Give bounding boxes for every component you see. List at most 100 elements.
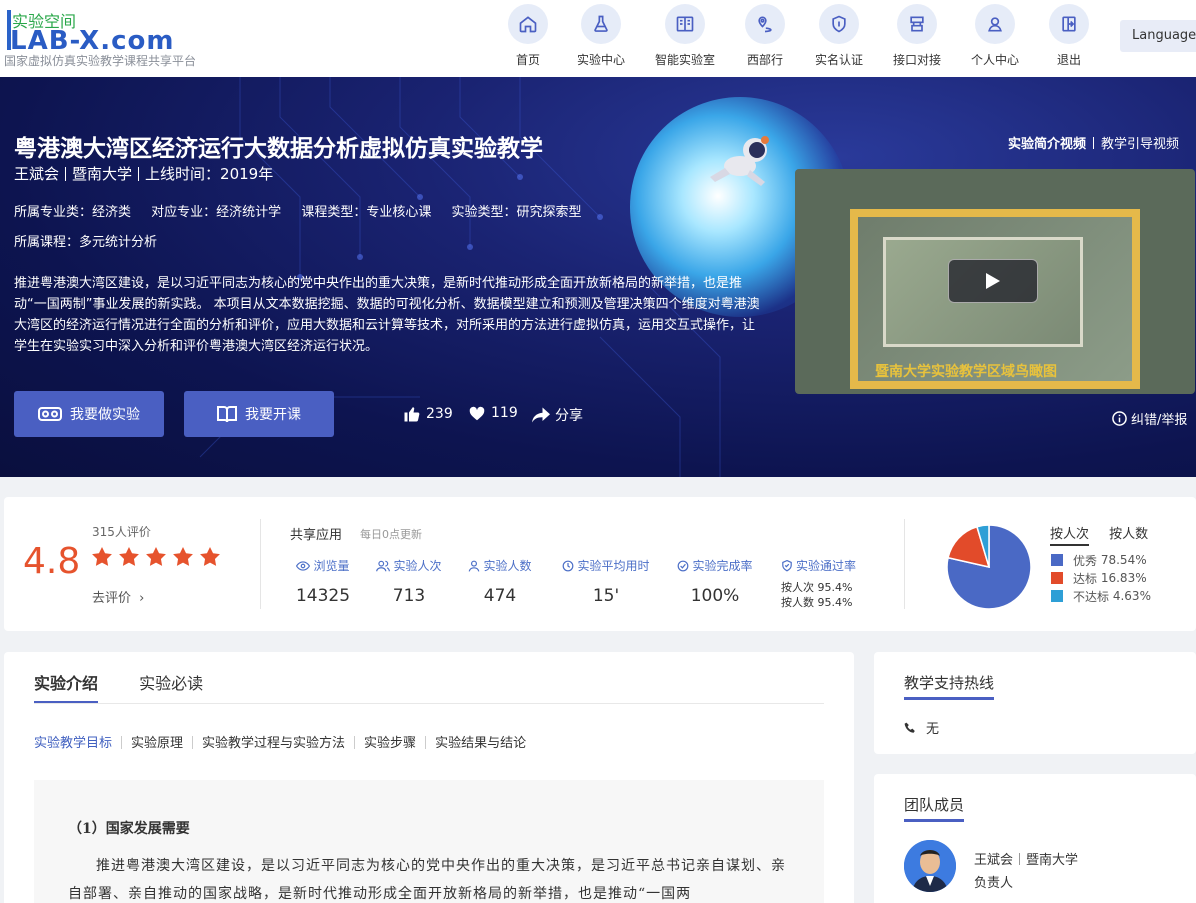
hotline-value: 无 [904, 718, 939, 737]
flask-icon [594, 15, 608, 32]
go-rate-label: 去评价 [92, 591, 132, 606]
nav-item-home[interactable]: 首页 [493, 4, 563, 68]
pie-tab-by-times[interactable]: 按人次 [1050, 527, 1090, 546]
author-name: 王斌会 [14, 165, 60, 183]
school-name: 暨南大学 [72, 165, 133, 183]
experiment-content: 实验介绍 实验必读 实验教学目标 实验原理 实验教学过程与实验方法 实验步骤 实验结果与… [4, 652, 854, 903]
legend-item: 达标 16.83% [1051, 569, 1151, 587]
logo-subtitle: 国家虚拟仿真实验教学课程共享平台 [4, 54, 197, 68]
favorite-button[interactable]: 119 [468, 405, 518, 421]
nav-item-personal[interactable]: 个人中心 [960, 4, 1030, 68]
metric-label: 实验平均用时 [577, 559, 650, 573]
astronaut-illustration [710, 136, 769, 186]
share-arrow-icon [532, 407, 550, 423]
star-icon [92, 547, 112, 566]
member-name: 王斌会 暨南大学 [974, 849, 1078, 868]
report-link[interactable]: 纠错/举报 [1112, 409, 1187, 428]
nav-label: 退出 [1056, 53, 1081, 67]
video-player[interactable]: 暨南大学实验教学区域鸟瞰图 [795, 169, 1195, 394]
open-book-icon [217, 406, 237, 423]
divider [260, 519, 261, 609]
nav-label: 实验中心 [576, 53, 625, 67]
section-subnav: 实验教学目标 实验原理 实验教学过程与实验方法 实验步骤 实验结果与结论 [34, 732, 526, 751]
tab-must-read[interactable]: 实验必读 [139, 670, 203, 694]
subnav-principles[interactable]: 实验原理 [131, 732, 183, 751]
pass-rate-by-people: 按人数 95.4% [781, 596, 853, 609]
legend-percent: 4.63% [1112, 589, 1151, 603]
user-icon [988, 17, 1002, 32]
online-time: 上线时间：2019年 [145, 165, 274, 183]
play-button[interactable] [948, 259, 1038, 303]
legend-swatch [1051, 572, 1063, 584]
experiment-meta: 王斌会 暨南大学 上线时间：2019年 [14, 163, 273, 184]
nav-label: 首页 [515, 53, 540, 67]
experiment-course: 所属课程：多元统计分析 [14, 235, 158, 250]
subnav-results[interactable]: 实验结果与结论 [435, 732, 526, 751]
top-header: 实验空间 LAB-X.com 国家虚拟仿真实验教学课程共享平台 首页 实验中心 … [0, 0, 1196, 77]
tab-introduction[interactable]: 实验介绍 [34, 670, 99, 704]
pie-tab-by-people[interactable]: 按人数 [1109, 527, 1148, 542]
experiment-description: 推进粤港澳大湾区建设，是以习近平同志为核心的党中央作出的重大决策，是新时代推动形… [14, 276, 760, 354]
nav-item-west[interactable]: 西部行 [730, 4, 800, 68]
rating-stars [92, 547, 227, 566]
site-logo[interactable]: 实验空间 LAB-X.com 国家虚拟仿真实验教学课程共享平台 [4, 6, 214, 70]
avatar [904, 840, 956, 892]
language-button[interactable]: Language [1120, 20, 1196, 52]
legend-percent: 16.83% [1100, 571, 1147, 585]
subnav-process-methods[interactable]: 实验教学过程与实验方法 [202, 732, 345, 751]
nav-item-realname[interactable]: 实名认证 [804, 4, 874, 68]
like-button[interactable]: 239 [403, 405, 453, 423]
metric-label: 实验人次 [393, 559, 442, 573]
nav-label: 个人中心 [970, 53, 1019, 67]
tabs-divider [34, 703, 824, 704]
hero-banner: 粤港澳大湾区经济运行大数据分析虚拟仿真实验教学 王斌会 暨南大学 上线时间：2019… [0, 77, 1196, 477]
metric-label: 实验完成率 [692, 559, 753, 573]
subnav-steps[interactable]: 实验步骤 [364, 732, 416, 751]
article-body: （1）国家发展需要 推进粤港澳大湾区建设，是以习近平同志为核心的党中央作出的重大… [34, 780, 824, 903]
star-icon [173, 547, 193, 566]
go-rate-link[interactable]: 去评价 › [92, 587, 144, 606]
nav-label: 接口对接 [892, 53, 941, 67]
legend-swatch [1051, 554, 1063, 566]
do-experiment-button[interactable]: 我要做实验 [14, 391, 164, 437]
shield-check-icon [782, 559, 792, 571]
metric-person-count: 实验人数 474 [467, 557, 533, 606]
rating-count: 315人评价 [92, 525, 151, 539]
legend-swatch [1051, 590, 1063, 602]
stats-panel: 4.8 315人评价 去评价 › 共享应用 每日0点更新 浏览量 14325 实… [4, 497, 1196, 631]
metric-pass-rate: 实验通过率 按人次 95.4% 按人数 95.4% [781, 557, 856, 610]
share-button[interactable]: 分享 [532, 405, 583, 425]
nav-item-interface[interactable]: 接口对接 [882, 4, 952, 68]
nav-item-smart-lab[interactable]: 智能实验室 [650, 4, 720, 68]
star-icon [119, 547, 139, 566]
legend-item: 不达标 4.63% [1051, 587, 1151, 605]
tag-course-type: 课程类型：专业核心课 [301, 205, 432, 220]
intro-video-link[interactable]: 实验简介视频 [1008, 137, 1086, 152]
article-paragraph: 推进粤港澳大湾区建设，是以习近平同志为核心的党中央作出的重大决策，是习近平总书记… [68, 858, 786, 902]
open-course-label: 我要开课 [245, 407, 301, 423]
metric-value: 14325 [295, 586, 351, 606]
nav-item-lab-center[interactable]: 实验中心 [566, 4, 636, 68]
metric-value: 15' [592, 586, 620, 606]
logout-icon [1062, 16, 1076, 32]
legend-percent: 78.54% [1100, 553, 1147, 567]
experiment-title: 粤港澳大湾区经济运行大数据分析虚拟仿真实验教学 [14, 136, 543, 162]
nav-item-logout[interactable]: 退出 [1034, 4, 1104, 68]
open-course-button[interactable]: 我要开课 [184, 391, 334, 437]
nav-label: 西部行 [746, 53, 783, 67]
legend-label: 达标 [1073, 571, 1098, 586]
guide-video-link[interactable]: 教学引导视频 [1101, 137, 1179, 152]
star-icon [146, 547, 166, 566]
video-caption: 暨南大学实验教学区域鸟瞰图 [875, 364, 1057, 380]
article-heading: （1）国家发展需要 [68, 821, 190, 837]
support-hotline-card: 教学支持热线 无 [874, 652, 1196, 754]
member-school: 暨南大学 [1026, 853, 1079, 868]
pie-tabs: 按人次 按人数 [1050, 523, 1148, 546]
subnav-objectives[interactable]: 实验教学目标 [34, 732, 112, 751]
pass-rate-by-times: 按人次 95.4% [781, 581, 853, 594]
experiment-tags: 所属专业类：经济类 对应专业：经济统计学 课程类型：专业核心课 实验类型：研究探… [14, 201, 597, 220]
nav-label: 实名认证 [814, 53, 863, 67]
video-links: 实验简介视频 教学引导视频 [1008, 133, 1179, 152]
vr-glasses-icon [38, 407, 62, 421]
metric-value: 474 [483, 586, 517, 606]
